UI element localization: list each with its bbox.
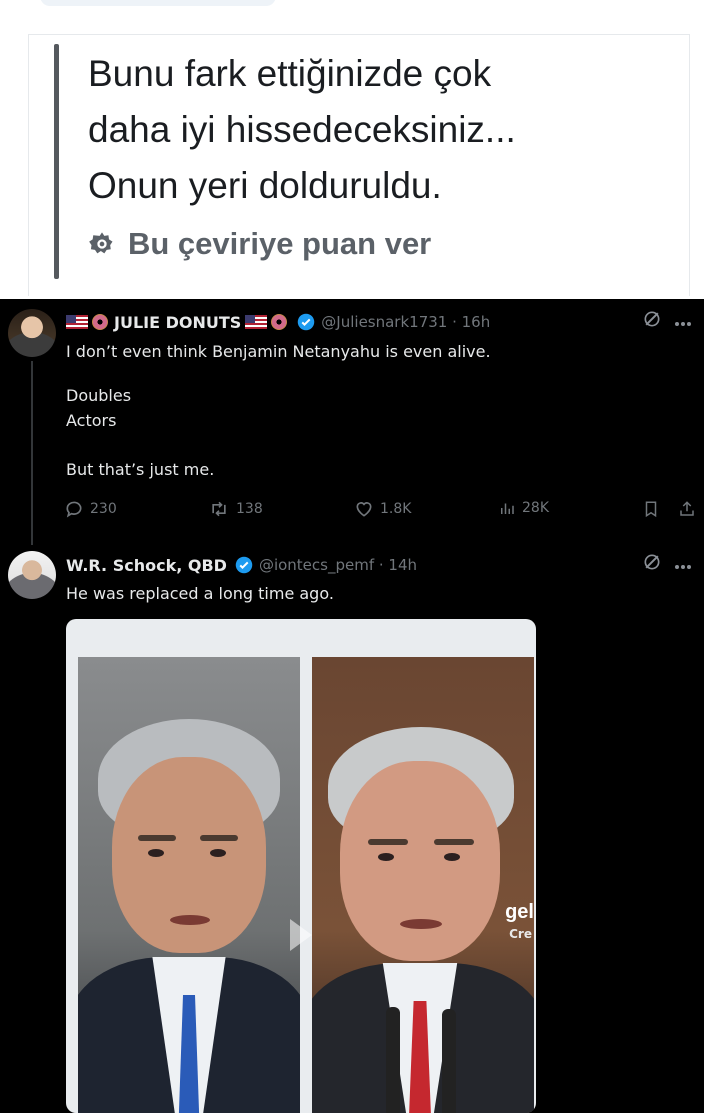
post-menu [642,552,692,577]
post-text-line: I don’t even think Benjamin Netanyahu is… [66,342,491,361]
translated-line-2: daha iyi hissedeceksiniz... [88,109,516,150]
repost-button[interactable]: 138 [208,499,263,519]
display-name[interactable]: W.R. Schock, QBD [66,556,227,575]
donut-icon [271,314,288,330]
quote-bar [54,44,59,279]
more-options-icon[interactable] [674,311,692,332]
reply-button[interactable]: 230 [64,499,117,519]
more-options-icon[interactable] [674,554,692,575]
post-text-block: Doubles Actors [66,383,131,433]
display-name[interactable]: JULIE DONUTS [114,313,241,332]
verified-badge-icon [297,313,315,331]
handle[interactable]: @Juliesnark1731 · 16h [321,313,490,331]
embedded-screenshot: JULIE DONUTS @Juliesnark1731 · 16h I don… [0,299,704,1113]
post-actions: 230 138 1.8K 28K [64,499,694,523]
translated-line-3: Onun yeri dolduruldu. [88,165,442,206]
views-icon [501,503,514,514]
rate-translation-label: Bu çeviriye puan ver [128,226,432,261]
post-text-line: He was replaced a long time ago. [66,584,334,603]
bookmark-icon [645,501,657,518]
like-count: 1.8K [380,501,412,517]
grok-icon[interactable] [642,309,662,334]
top-search-pill[interactable] [40,0,276,6]
photo-left [78,657,300,1113]
views-button[interactable]: 28K [498,499,549,517]
avatar[interactable] [8,551,56,599]
post-text-line: Actors [66,411,117,430]
us-flag-icon [245,315,268,329]
reply-count: 230 [90,501,117,517]
image-overlay-text: gel [505,901,534,923]
share-button[interactable] [678,499,696,519]
photo-right [312,657,534,1113]
reply-icon [66,501,82,518]
share-icon [680,501,694,516]
verified-badge-icon [235,556,253,574]
post-header: JULIE DONUTS @Juliesnark1731 · 16h [66,309,490,335]
gear-icon [88,230,116,258]
views-count: 28K [522,500,549,516]
post-image[interactable]: gel Cre [66,619,536,1113]
like-button[interactable]: 1.8K [354,499,411,519]
repost-count: 138 [236,501,263,517]
image-overlay-subtext: Cre [509,927,532,941]
bookmark-button[interactable] [642,499,660,519]
donut-icon [92,314,108,330]
heart-icon [356,502,372,517]
post-menu [642,309,692,334]
post-header: W.R. Schock, QBD @iontecs_pemf · 14h [66,552,417,578]
handle[interactable]: @iontecs_pemf · 14h [259,556,417,574]
repost-icon [212,501,226,517]
post-text-line: But that’s just me. [66,460,215,479]
us-flag-icon [66,315,88,329]
post-text-line: Doubles [66,386,132,405]
thread-line [31,361,33,545]
grok-icon[interactable] [642,552,662,577]
translated-line-1: Bunu fark ettiğinizde çok [88,53,492,94]
play-icon[interactable] [290,919,312,951]
rate-translation-button[interactable]: Bu çeviriye puan ver [88,224,431,264]
translated-text: Bunu fark ettiğinizde çok daha iyi hisse… [88,46,668,214]
avatar[interactable] [8,309,56,357]
